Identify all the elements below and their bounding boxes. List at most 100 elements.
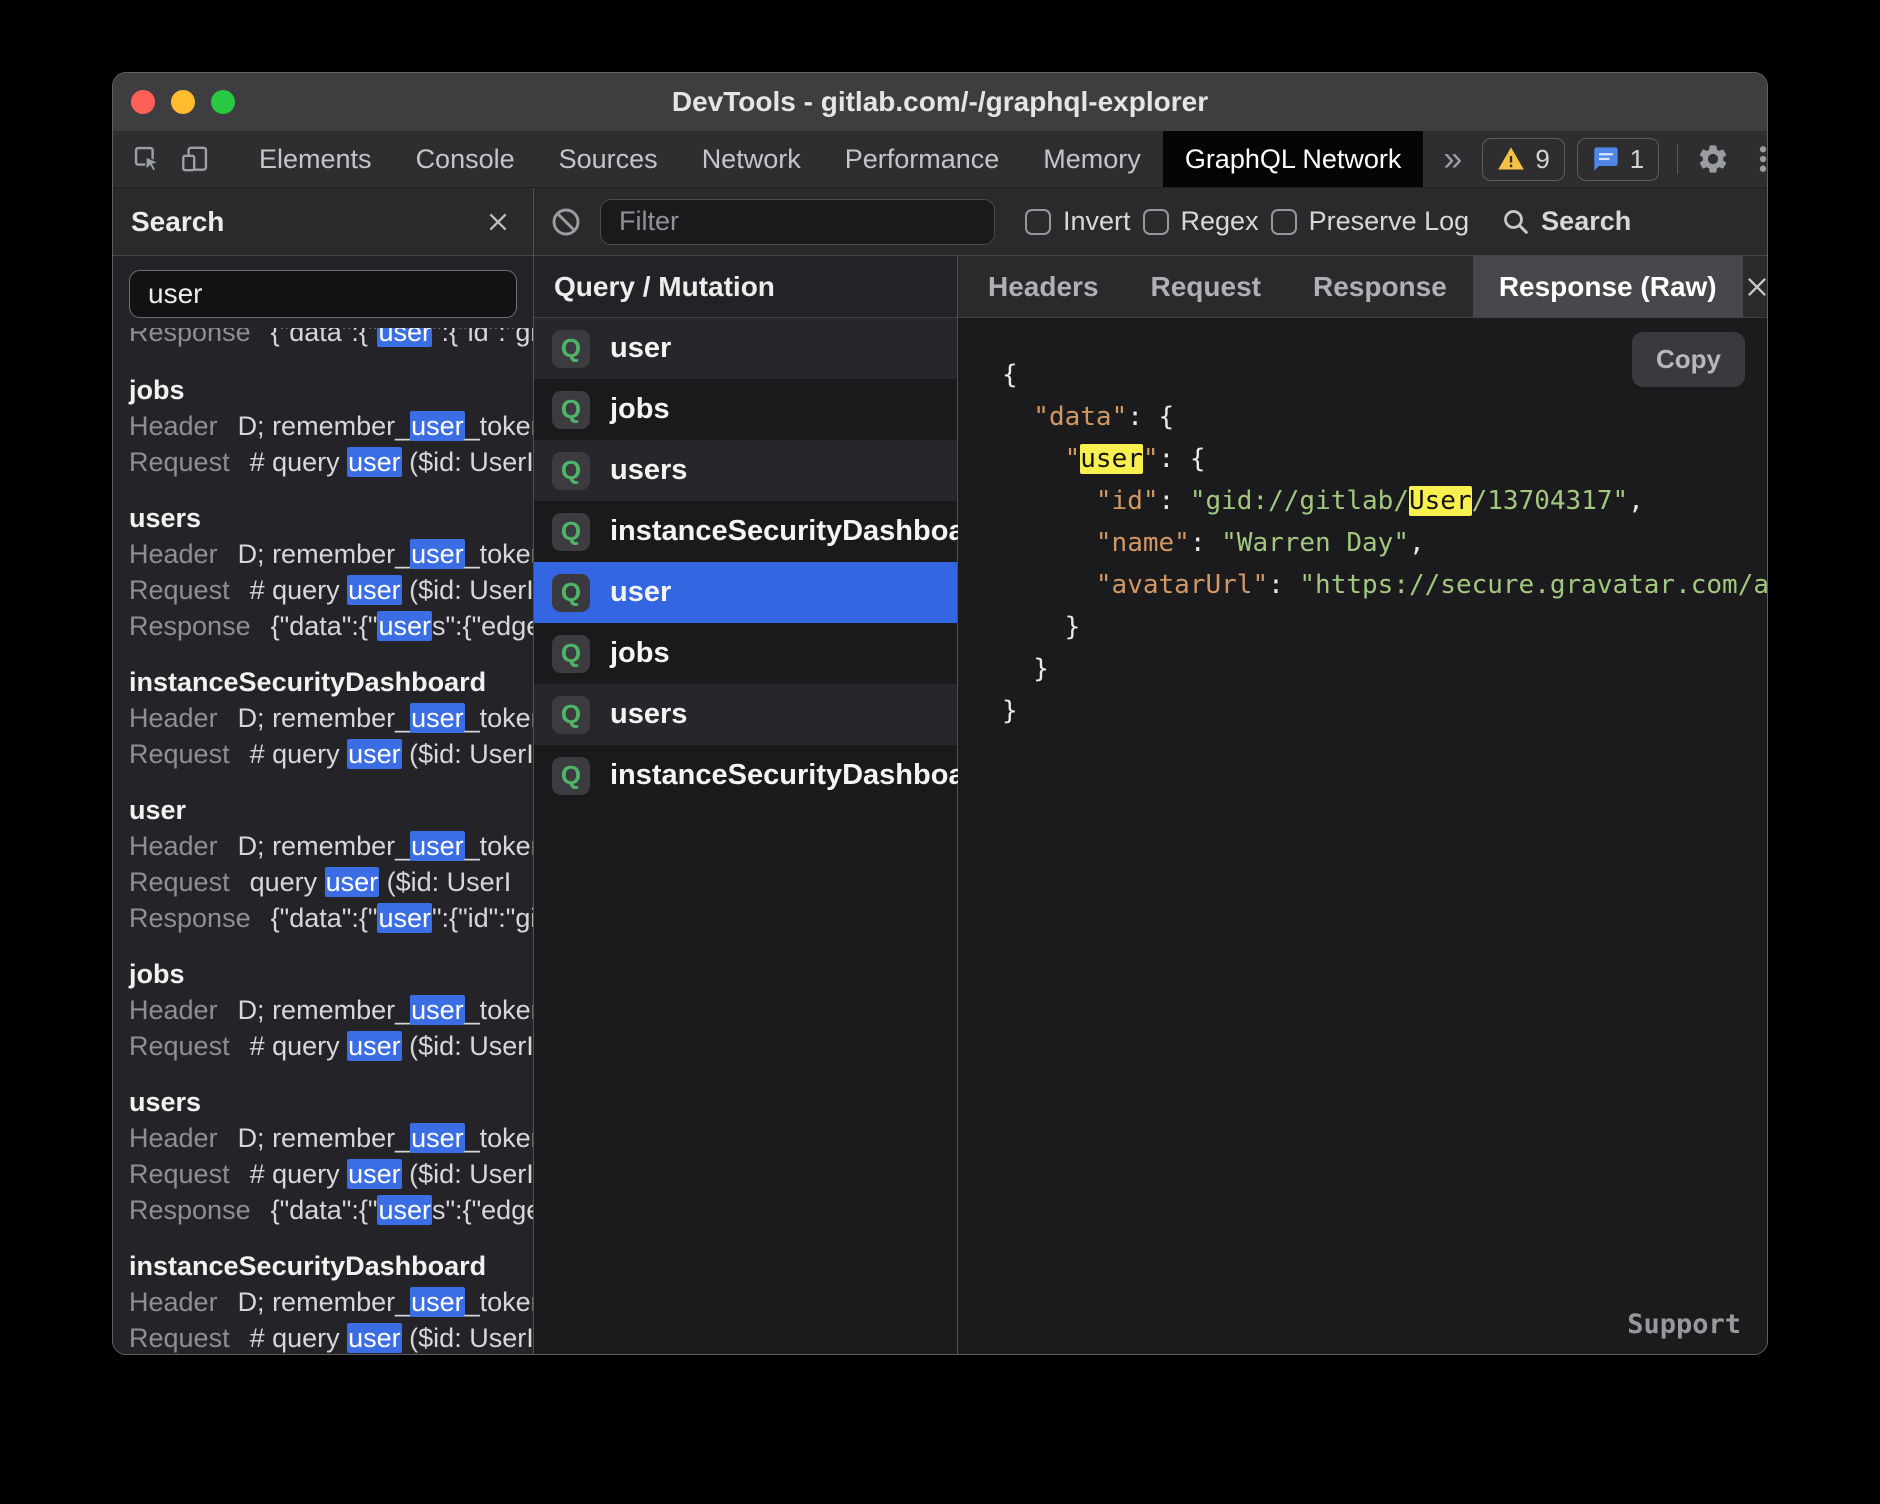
search-result-line[interactable]: Response{"data":{"users":{"edges <box>129 608 533 644</box>
result-text: # query <box>250 1323 348 1353</box>
detail-tab-bar: HeadersRequestResponseResponse (Raw) <box>958 256 1767 318</box>
result-line-value: # query user ($id: UserI <box>250 739 533 769</box>
clear-block-icon[interactable] <box>550 206 582 238</box>
search-result-line[interactable]: Requestquery user ($id: UserI <box>129 864 533 900</box>
result-line-value: # query user ($id: UserI <box>250 575 533 605</box>
issues-badge[interactable]: 1 <box>1577 138 1659 181</box>
result-group-title-users[interactable]: users <box>129 500 533 536</box>
checkbox-box-invert[interactable] <box>1025 209 1051 235</box>
checkbox-box-regex[interactable] <box>1143 209 1169 235</box>
clipped-result-line: Response{"data":{"user":{"id":"gid <box>129 328 533 352</box>
result-group-title-jobs[interactable]: jobs <box>129 372 533 408</box>
query-row-users[interactable]: Qusers <box>534 440 957 501</box>
search-result-line[interactable]: HeaderD; remember_user_token=e <box>129 992 533 1028</box>
query-row-label: users <box>610 698 687 731</box>
checkbox-preserve-log[interactable]: Preserve Log <box>1271 206 1470 237</box>
copy-button[interactable]: Copy <box>1632 332 1745 387</box>
result-group-title-instancesecuritydashboard[interactable]: instanceSecurityDashboard <box>129 664 533 700</box>
detail-tab-response-raw[interactable]: Response (Raw) <box>1473 256 1743 317</box>
checkbox-box-preserve-log[interactable] <box>1271 209 1297 235</box>
more-panels-chevron[interactable]: » <box>1423 131 1482 187</box>
json-token: : <box>1268 570 1299 600</box>
search-result-line[interactable]: HeaderD; remember_user_token=e <box>129 536 533 572</box>
json-token: } <box>1065 612 1081 642</box>
raw-search-highlight: User <box>1409 486 1472 516</box>
window-title: DevTools - gitlab.com/-/graphql-explorer <box>113 86 1767 118</box>
result-line-value: D; remember_user_token=e <box>238 1123 533 1153</box>
result-text: {"data":{" <box>271 328 378 347</box>
filter-input[interactable] <box>600 199 995 245</box>
search-result-line[interactable]: HeaderD; remember_user_token=e <box>129 1120 533 1156</box>
close-search-panel-icon[interactable] <box>485 209 511 235</box>
result-text: D; remember_ <box>238 831 411 861</box>
search-result-line[interactable]: Request# query user ($id: UserI <box>129 572 533 608</box>
query-row-user[interactable]: Quser <box>534 562 957 623</box>
tab-network[interactable]: Network <box>680 131 823 187</box>
search-result-line[interactable]: HeaderD; remember_user_token=e <box>129 828 533 864</box>
search-result-line[interactable]: Request# query user ($id: UserI <box>129 444 533 480</box>
json-line: "avatarUrl": "https://secure.gravatar.co… <box>1002 564 1767 606</box>
query-row-user[interactable]: Quser <box>534 318 957 379</box>
search-result-line[interactable]: Request# query user ($id: UserI <box>129 1028 533 1064</box>
detail-tab-response[interactable]: Response <box>1287 256 1473 317</box>
result-group-title-instancesecuritydashboard[interactable]: instanceSecurityDashboard <box>129 1248 533 1284</box>
query-row-jobs[interactable]: Qjobs <box>534 379 957 440</box>
result-text: ($id: UserI <box>402 1031 533 1061</box>
tab-memory[interactable]: Memory <box>1021 131 1163 187</box>
tab-performance[interactable]: Performance <box>823 131 1022 187</box>
result-text: _token=e <box>465 703 533 733</box>
result-group-title-users[interactable]: users <box>129 1084 533 1120</box>
search-result-line[interactable]: Response{"data":{"user":{"id":"gid <box>129 900 533 936</box>
query-row-label: instanceSecurityDashboard <box>610 759 994 792</box>
match-highlight: user <box>347 1031 402 1061</box>
result-group-title-jobs[interactable]: jobs <box>129 956 533 992</box>
match-highlight: user <box>410 995 465 1025</box>
query-row-instancesecuritydashboard[interactable]: QinstanceSecurityDashboard <box>534 501 957 562</box>
chat-icon <box>1592 145 1620 173</box>
result-line-value: D; remember_user_token=e <box>238 411 533 441</box>
search-result-line[interactable]: Response{"data":{"user":{"id":"gid <box>129 328 533 350</box>
tab-graphql-network[interactable]: GraphQL Network <box>1163 131 1424 187</box>
search-result-line[interactable]: HeaderD; remember_user_token=e <box>129 1284 533 1320</box>
devtools-tab-bar: ElementsConsoleSourcesNetworkPerformance… <box>113 131 1767 188</box>
raw-search-highlight: user <box>1080 444 1143 474</box>
search-result-line[interactable]: Response{"data":{"users":{"edges <box>129 1192 533 1228</box>
support-link[interactable]: Support <box>1627 1309 1741 1340</box>
result-line-value: # query user ($id: UserI <box>250 1323 533 1353</box>
result-group-title-user[interactable]: user <box>129 792 533 828</box>
search-result-line[interactable]: HeaderD; remember_user_token=e <box>129 408 533 444</box>
match-highlight: user <box>377 903 432 933</box>
query-row-instancesecuritydashboard[interactable]: QinstanceSecurityDashboard <box>534 745 957 806</box>
result-text: # query <box>250 1159 348 1189</box>
checkbox-regex[interactable]: Regex <box>1143 206 1259 237</box>
inspect-element-icon[interactable] <box>131 143 163 175</box>
detail-tab-headers[interactable]: Headers <box>962 256 1125 317</box>
search-result-line[interactable]: Request# query user ($id: UserI <box>129 1156 533 1192</box>
query-row-jobs[interactable]: Qjobs <box>534 623 957 684</box>
tab-elements[interactable]: Elements <box>237 131 394 187</box>
tab-console[interactable]: Console <box>394 131 537 187</box>
more-options-kebab-icon[interactable] <box>1748 142 1768 176</box>
toolbar-search-label: Search <box>1541 206 1631 237</box>
search-result-line[interactable]: Request# query user ($id: UserI <box>129 736 533 772</box>
detail-tab-request[interactable]: Request <box>1125 256 1287 317</box>
search-input[interactable] <box>129 270 517 318</box>
settings-gear-icon[interactable] <box>1696 142 1730 176</box>
search-panel-title: Search <box>131 206 224 238</box>
device-toolbar-icon[interactable] <box>179 143 211 175</box>
close-detail-icon[interactable] <box>1743 273 1768 301</box>
match-highlight: user <box>377 611 432 641</box>
warnings-badge[interactable]: 9 <box>1482 138 1564 181</box>
result-line-label: Response <box>129 903 251 933</box>
toolbar-search-control[interactable]: Search <box>1501 206 1631 237</box>
checkbox-label-regex: Regex <box>1181 206 1259 237</box>
query-row-users[interactable]: Qusers <box>534 684 957 745</box>
tab-sources[interactable]: Sources <box>537 131 680 187</box>
json-token: "https://secure.gravatar.com/avatar <box>1299 570 1767 600</box>
json-token: "id" <box>1096 486 1159 516</box>
search-result-line[interactable]: Request# query user ($id: UserI <box>129 1320 533 1354</box>
checkbox-invert[interactable]: Invert <box>1025 206 1131 237</box>
json-token: " <box>1065 444 1081 474</box>
query-type-badge: Q <box>552 452 590 490</box>
search-result-line[interactable]: HeaderD; remember_user_token=e <box>129 700 533 736</box>
